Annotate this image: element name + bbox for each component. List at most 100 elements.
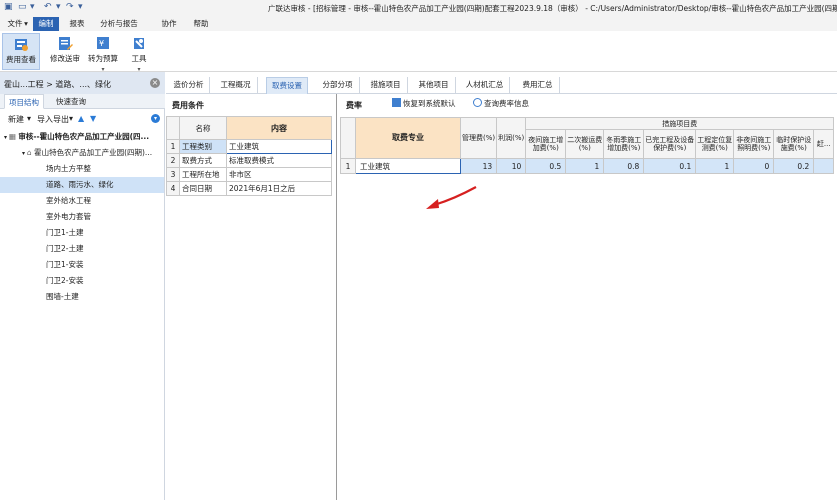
measure-rate-cell[interactable]: 1 [695, 158, 735, 174]
table-row: 4 合同日期 2021年6月1日之后 [166, 181, 332, 196]
measure-rate-cell[interactable]: 1 [565, 158, 605, 174]
edit-submission-button[interactable]: 修改送审 [46, 33, 84, 70]
module-tabs: 造价分析 工程概况 取费设置 分部分项 措施项目 其他项目 人材机汇总 费用汇总 [166, 72, 837, 94]
undo-icon[interactable]: ↶ [44, 2, 52, 12]
tree-item-label: 霍山特色农产品加工产业园(四期)... [34, 148, 153, 157]
tab-quick-search[interactable]: 快速查询 [52, 94, 90, 109]
fee-rate-table: 取费专业 管理费(%) 利润(%) 措施项目费 夜间施工增加费(%) 二次搬运费(… [340, 117, 835, 174]
redo-icon[interactable]: ↷ [66, 2, 74, 12]
row-number: 1 [340, 158, 356, 174]
menu-report[interactable]: 报表 [64, 17, 90, 31]
tab-project-structure[interactable]: 项目结构 [4, 94, 44, 109]
measure-rate-cell[interactable]: 0.8 [603, 158, 645, 174]
corner-header [166, 116, 180, 140]
tree-item-label: 门卫1-安装 [46, 260, 84, 269]
tree-item[interactable]: ▾ ▦ 审核--霍山特色农产品加工产业园(四... [0, 129, 164, 145]
query-rate-button[interactable]: 查询费率信息 [473, 98, 529, 109]
profession-cell[interactable]: 工业建筑 [355, 158, 461, 174]
condition-name: 工程所在地 [179, 167, 227, 182]
import-export-button[interactable]: 导入导出 [37, 114, 69, 125]
fee-conditions-table: 名称 内容 1 工程类别 工业建筑 2 取费方式 标准取费模式 3 工程所在地 非市区 4 合同日期… [166, 116, 332, 196]
breadcrumb: 霍山...工程 > 道路、...、绿化 [4, 80, 112, 89]
tree-item-label: 围墙-土建 [46, 292, 79, 301]
row-number: 4 [166, 181, 180, 196]
condition-value[interactable]: 工业建筑 [226, 139, 332, 154]
column-header-measure: 冬雨季施工增加费(%) [603, 129, 645, 159]
measure-rate-cell[interactable] [813, 158, 835, 174]
chevron-down-icon: ▾ [27, 114, 32, 123]
fee-rate-title: 费率 [346, 101, 362, 110]
condition-value[interactable]: 2021年6月1日之后 [226, 181, 332, 196]
tab-2[interactable]: 取费设置 [266, 77, 308, 94]
tree-item[interactable]: ▾ ⌂ 霍山特色农产品加工产业园(四期)... [0, 145, 164, 161]
column-header-measure: 赶... [813, 129, 835, 159]
tab-6[interactable]: 人材机汇总 [460, 77, 510, 94]
tree-item[interactable]: 室外给水工程 [0, 193, 164, 209]
menu-help[interactable]: 帮助 [188, 17, 214, 31]
profit-rate-cell[interactable]: 10 [496, 158, 527, 174]
tree-item[interactable]: 门卫1-土建 [0, 225, 164, 241]
menu-file[interactable]: 文件 [4, 17, 26, 31]
tab-5[interactable]: 其他项目 [412, 77, 456, 94]
tab-0[interactable]: 造价分析 [168, 77, 210, 94]
condition-name: 取费方式 [179, 153, 227, 168]
tree-item-label: 室外给水工程 [46, 196, 91, 205]
measure-rate-cell[interactable]: 0 [733, 158, 775, 174]
red-arrow-annotation [426, 186, 477, 209]
menu-bar: 文件 ▾ 编制 报表 分析与报告 协作 帮助 [0, 17, 837, 31]
dropdown-icon[interactable]: ▾ [78, 2, 83, 12]
collapse-icon[interactable]: ▾ [151, 114, 160, 123]
arrow-down-icon[interactable]: ▼ [90, 114, 96, 123]
tools-button[interactable]: 工具 ▾ [120, 33, 158, 73]
arrow-up-icon[interactable]: ▲ [78, 114, 84, 123]
tree-item[interactable]: 围墙-土建 [0, 289, 164, 305]
window-title: 广联达审核 - [招标管理 - 审核--霍山特色农产品加工产业园(四期)配套工程… [268, 4, 837, 13]
cost-view-button[interactable]: 费用查看 [2, 33, 40, 70]
svg-text:¥: ¥ [99, 39, 104, 48]
column-header-measure: 二次搬运费(%) [565, 129, 605, 159]
tree-item[interactable]: 场内土方平整 [0, 161, 164, 177]
dropdown-icon[interactable]: ▾ [56, 2, 61, 12]
tab-7[interactable]: 费用汇总 [516, 77, 560, 94]
column-header-management: 管理费(%) [459, 117, 498, 159]
restore-default-button[interactable]: 恢复到系统默认 [392, 98, 456, 109]
row-number: 2 [166, 153, 180, 168]
app-logo-icon: ▣ [4, 2, 13, 12]
table-row: 1 工业建筑 13 10 0.5 1 0.8 0.1 1 0 0.2 [340, 158, 835, 174]
management-rate-cell[interactable]: 13 [459, 158, 498, 174]
tree-item[interactable]: 室外电力套管 [0, 209, 164, 225]
column-header-content: 内容 [226, 116, 332, 140]
tree-item[interactable]: 门卫2-安装 [0, 273, 164, 289]
tab-1[interactable]: 工程概况 [214, 77, 258, 94]
menu-collab[interactable]: 协作 [156, 17, 182, 31]
measure-rate-cell[interactable]: 0.2 [773, 158, 815, 174]
close-icon[interactable]: × [150, 78, 160, 88]
measure-rate-cell[interactable]: 0.1 [643, 158, 697, 174]
panel-toolbar: 新建 ▾ 导入导出 ▾ ▲ ▼ ▾ [0, 109, 165, 128]
convert-budget-icon: ¥ [97, 37, 109, 49]
column-header-profession: 取费专业 [355, 117, 461, 159]
chevron-down-icon: ▾ [24, 19, 28, 28]
tab-4[interactable]: 措施项目 [364, 77, 408, 94]
tree-item-label: 门卫2-安装 [46, 276, 84, 285]
menu-analysis[interactable]: 分析与报告 [96, 17, 142, 31]
tab-3[interactable]: 分部分项 [316, 77, 360, 94]
column-group-measures: 措施项目费 [525, 117, 835, 130]
measure-rate-cell[interactable]: 0.5 [525, 158, 567, 174]
edit-submission-icon [59, 37, 73, 50]
tree-item-label: 门卫2-土建 [46, 244, 84, 253]
chevron-down-icon: ▾ [69, 114, 74, 123]
panel-breadcrumb: 霍山...工程 > 道路、...、绿化 × [0, 72, 165, 94]
menu-edit[interactable]: 编制 [33, 17, 59, 31]
new-button[interactable]: 新建 [8, 114, 24, 125]
tree-item-label: 审核--霍山特色农产品加工产业园(四... [18, 132, 150, 141]
tree-item[interactable]: 门卫1-安装 [0, 257, 164, 273]
condition-value[interactable]: 非市区 [226, 167, 332, 182]
convert-budget-button[interactable]: ¥ 转为预算 ▾ [84, 33, 122, 73]
condition-value[interactable]: 标准取费模式 [226, 153, 332, 168]
row-number: 3 [166, 167, 180, 182]
tree-item[interactable]: 道路、雨污水、绿化 [0, 177, 164, 193]
tree-item[interactable]: 门卫2-土建 [0, 241, 164, 257]
dropdown-icon[interactable]: ▾ [30, 2, 35, 12]
save-icon[interactable]: ▭ [18, 2, 27, 12]
